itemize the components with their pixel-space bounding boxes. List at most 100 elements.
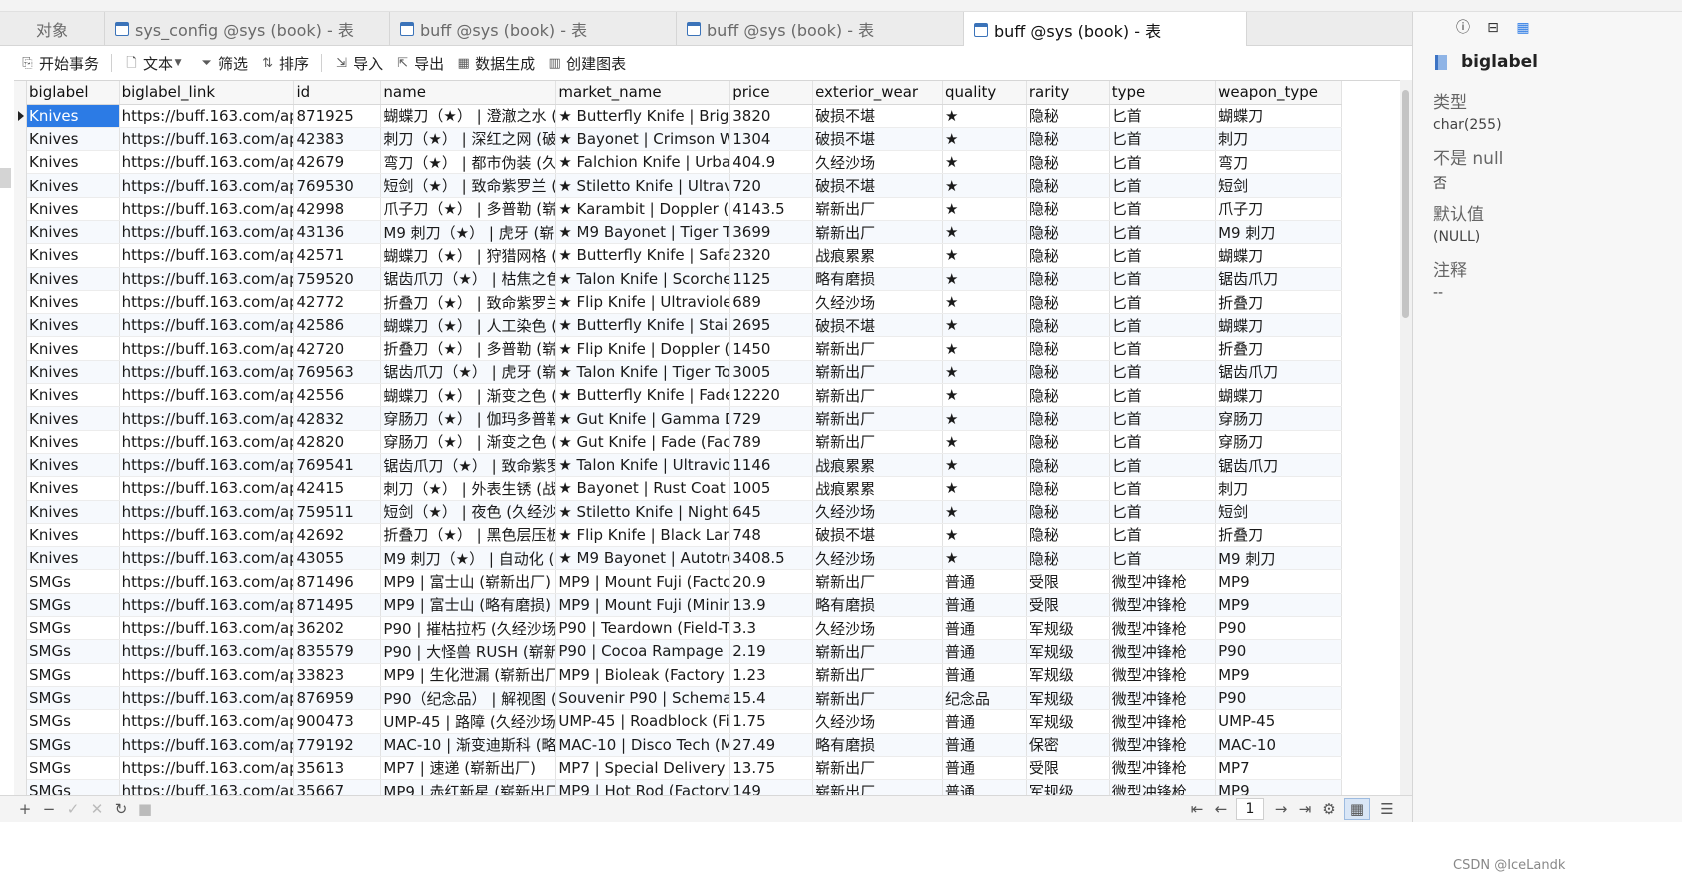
cell-weapon-type[interactable]: MP7 (1215, 756, 1342, 781)
import-button[interactable]: ⇲ 导入 (334, 53, 383, 74)
cell-quality[interactable]: ★ (942, 430, 1027, 454)
table-row[interactable]: Knives https://buff.163.com/api 769563 锯齿爪刀… (27, 360, 1342, 385)
cell-price[interactable]: 13.9 (729, 593, 814, 618)
cell-biglabel[interactable]: Knives (27, 500, 120, 524)
cell-id[interactable]: 42383 (293, 127, 382, 152)
cell-biglabel-link[interactable]: https://buff.163.com/api (119, 756, 295, 781)
cell-biglabel-link[interactable]: https://buff.163.com/api (119, 546, 295, 571)
cell-biglabel-link[interactable]: https://buff.163.com/api (119, 104, 295, 128)
cell-exterior-wear[interactable]: 崭新出厂 (812, 220, 943, 245)
cell-biglabel-link[interactable]: https://buff.163.com/api (119, 500, 295, 524)
cell-biglabel-link[interactable]: https://buff.163.com/api (119, 360, 295, 385)
cell-biglabel[interactable]: SMGs (27, 709, 120, 734)
column-header-weapon-type[interactable]: weapon_type (1215, 81, 1342, 105)
cell-type[interactable]: 微型冲锋枪 (1109, 779, 1217, 795)
cell-exterior-wear[interactable]: 略有磨损 (812, 593, 943, 618)
cell-biglabel[interactable]: Knives (27, 523, 120, 548)
cell-name[interactable]: 折叠刀（★） | 致命紫罗兰 ( (380, 290, 557, 315)
cell-quality[interactable]: ★ (942, 290, 1027, 315)
cell-price[interactable]: 2320 (729, 243, 814, 268)
cell-biglabel[interactable]: SMGs (27, 686, 120, 711)
cell-rarity[interactable]: 隐秘 (1026, 290, 1110, 315)
table-row[interactable]: SMGs https://buff.163.com/api 900473 UMP-45… (27, 709, 1342, 734)
cell-price[interactable]: 689 (729, 290, 814, 315)
column-header-price[interactable]: price (729, 81, 814, 105)
cell-weapon-type[interactable]: 锯齿爪刀 (1215, 360, 1342, 385)
cell-type[interactable]: 匕首 (1109, 150, 1217, 175)
cell-name[interactable]: 锯齿爪刀（★） | 枯焦之色 ( (380, 267, 557, 291)
cell-quality[interactable]: ★ (942, 383, 1027, 408)
cell-id[interactable]: 42998 (293, 197, 382, 221)
cell-type[interactable]: 匕首 (1109, 523, 1217, 548)
cell-biglabel-link[interactable]: https://buff.163.com/api (119, 383, 295, 408)
cell-market-name[interactable]: ★ Falchion Knife | Urban (555, 150, 731, 175)
cell-biglabel[interactable]: Knives (27, 336, 120, 361)
cell-type[interactable]: 微型冲锋枪 (1109, 569, 1217, 594)
cell-biglabel-link[interactable]: https://buff.163.com/api (119, 686, 295, 711)
cell-price[interactable]: 1125 (729, 267, 814, 291)
cell-price[interactable]: 12220 (729, 383, 814, 408)
cell-type[interactable]: 匕首 (1109, 430, 1217, 454)
cell-weapon-type[interactable]: UMP-45 (1215, 709, 1342, 734)
cell-biglabel-link[interactable]: https://buff.163.com/api (119, 336, 295, 361)
cell-id[interactable]: 42832 (293, 406, 382, 431)
cell-type[interactable]: 匕首 (1109, 313, 1217, 338)
table-row[interactable]: Knives https://buff.163.com/api 42692 折叠刀（★… (27, 523, 1342, 548)
cell-name[interactable]: MAC-10 | 渐变迪斯科 (略有 (380, 733, 557, 757)
cell-exterior-wear[interactable]: 崭新出厂 (812, 383, 943, 408)
cell-id[interactable]: 759520 (293, 267, 382, 291)
table-row[interactable]: SMGs https://buff.163.com/api 36202 P90 | 摧… (27, 616, 1342, 641)
cell-biglabel[interactable]: Knives (27, 173, 120, 198)
table-row[interactable]: Knives https://buff.163.com/api 42832 穿肠刀（★… (27, 406, 1342, 431)
cell-biglabel-link[interactable]: https://buff.163.com/api (119, 523, 295, 548)
cell-exterior-wear[interactable]: 崭新出厂 (812, 197, 943, 221)
cell-quality[interactable]: 普通 (942, 709, 1027, 734)
cell-market-name[interactable]: P90 | Teardown (Field-Te (555, 616, 731, 641)
cell-market-name[interactable]: MAC-10 | Disco Tech (Mi (555, 733, 731, 757)
grid-panel-icon[interactable]: ▦ (1513, 18, 1533, 38)
cell-quality[interactable]: ★ (942, 336, 1027, 361)
cell-type[interactable]: 微型冲锋枪 (1109, 686, 1217, 711)
cell-rarity[interactable]: 军规级 (1026, 779, 1110, 795)
cell-biglabel-link[interactable]: https://buff.163.com/api (119, 593, 295, 618)
cell-price[interactable]: 1304 (729, 127, 814, 152)
cell-rarity[interactable]: 保密 (1026, 733, 1110, 757)
cell-market-name[interactable]: P90 | Cocoa Rampage (Fa (555, 639, 731, 664)
cell-quality[interactable]: 普通 (942, 779, 1027, 795)
cell-market-name[interactable]: MP9 | Mount Fuji (Minim (555, 593, 731, 618)
tab-buff-1[interactable]: buff @sys (book) - 表 (390, 12, 677, 46)
cell-price[interactable]: 27.49 (729, 733, 814, 757)
cell-rarity[interactable]: 军规级 (1026, 709, 1110, 734)
cell-price[interactable]: 3408.5 (729, 546, 814, 571)
cell-quality[interactable]: ★ (942, 197, 1027, 221)
cell-weapon-type[interactable]: 锯齿爪刀 (1215, 267, 1342, 291)
cell-type[interactable]: 匕首 (1109, 546, 1217, 571)
cell-market-name[interactable]: ★ Bayonet | Rust Coat (Ba (555, 476, 731, 501)
cell-name[interactable]: 短剑（★） | 致命紫罗兰 (破 (380, 173, 557, 198)
cell-rarity[interactable]: 隐秘 (1026, 453, 1110, 478)
cell-rarity[interactable]: 隐秘 (1026, 476, 1110, 501)
cell-name[interactable]: P90 | 大怪兽 RUSH (崭新出 (380, 639, 557, 664)
cell-id[interactable]: 42571 (293, 243, 382, 268)
cell-exterior-wear[interactable]: 略有磨损 (812, 733, 943, 757)
cell-name[interactable]: 锯齿爪刀（★） | 致命紫罗兰 (380, 453, 557, 478)
table-row[interactable]: Knives https://buff.163.com/api 769541 锯齿爪刀… (27, 453, 1342, 478)
cell-price[interactable]: 748 (729, 523, 814, 548)
cell-name[interactable]: M9 刺刀（★） | 虎牙 (崭新 (380, 220, 557, 245)
cell-market-name[interactable]: ★ Stiletto Knife | Ultravio (555, 173, 731, 198)
cell-biglabel[interactable]: Knives (27, 267, 120, 291)
cell-rarity[interactable]: 军规级 (1026, 663, 1110, 687)
cell-type[interactable]: 匕首 (1109, 267, 1217, 291)
cell-type[interactable]: 匕首 (1109, 127, 1217, 152)
cell-price[interactable]: 720 (729, 173, 814, 198)
cell-exterior-wear[interactable]: 破损不堪 (812, 523, 943, 548)
cell-quality[interactable]: ★ (942, 500, 1027, 524)
table-row[interactable]: Knives https://buff.163.com/api 43055 M9 刺刀… (27, 546, 1342, 571)
cell-exterior-wear[interactable]: 战痕累累 (812, 476, 943, 501)
cell-price[interactable]: 4143.5 (729, 197, 814, 221)
cell-name[interactable]: 折叠刀（★） | 多普勒 (崭新 (380, 336, 557, 361)
table-row[interactable]: SMGs https://buff.163.com/api 835579 P90 | … (27, 639, 1342, 664)
cell-id[interactable]: 876959 (293, 686, 382, 711)
cell-price[interactable]: 3820 (729, 104, 814, 128)
column-header-type[interactable]: type (1109, 81, 1217, 105)
